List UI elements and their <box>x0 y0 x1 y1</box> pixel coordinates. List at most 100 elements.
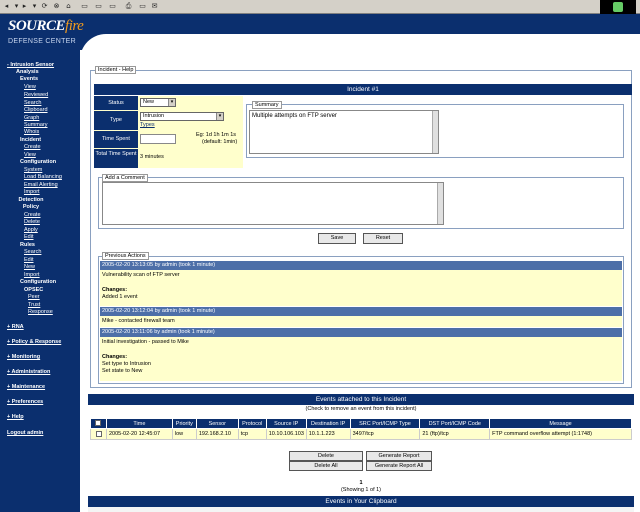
nav-policy-edit[interactable]: Edit <box>24 234 33 240</box>
nav-whois[interactable]: Whois <box>24 129 39 135</box>
cell-message[interactable]: FTP command overflow attempt (1:1748) <box>489 428 632 440</box>
action-header: 2005-02-20 13:13:05 by admin (took 1 min… <box>100 261 622 270</box>
previous-actions-legend: Previous Actions <box>102 252 149 260</box>
nav-view[interactable]: View <box>24 84 36 90</box>
stop-icon[interactable]: ⊗ <box>52 2 61 11</box>
nav-reviewed[interactable]: Reviewed <box>24 92 48 98</box>
checkbox[interactable] <box>96 430 103 437</box>
column-header[interactable]: Protocol <box>237 418 267 429</box>
generate-report-all-button[interactable]: Generate Report All <box>366 461 432 471</box>
column-header[interactable]: Source IP <box>265 418 307 429</box>
nav-summary[interactable]: Summary <box>24 122 48 128</box>
select-all-header[interactable] <box>90 418 107 429</box>
nav-import[interactable]: Import <box>24 189 40 195</box>
cell-source-ip[interactable]: 10.10.106.103 <box>265 428 307 440</box>
nav-policy-delete[interactable]: Delete <box>24 219 40 225</box>
mail-icon[interactable]: ✉ <box>150 2 159 11</box>
nav-policy-create[interactable]: Create <box>24 212 41 218</box>
page-icon[interactable]: ▭ <box>108 2 117 11</box>
nav-logout[interactable]: Logout admin <box>7 430 43 436</box>
reload-icon[interactable]: ⟳ <box>40 2 49 11</box>
print-icon[interactable]: ⎙ <box>124 2 133 11</box>
nav-graph[interactable]: Graph <box>24 115 39 121</box>
cell-src-port[interactable]: 3497/tcp <box>349 428 421 440</box>
cell-protocol[interactable]: tcp <box>237 428 267 440</box>
nav-monitoring[interactable]: + Monitoring <box>7 354 40 360</box>
time-spent-input[interactable] <box>140 134 176 144</box>
column-header[interactable]: Sensor <box>195 418 239 429</box>
action-body: Initial investigation - passed to Mike C… <box>100 337 622 381</box>
nav-rules-new[interactable]: New <box>24 264 35 270</box>
column-header[interactable]: SRC Port/ICMP Type <box>349 418 421 429</box>
cell-priority[interactable]: low <box>171 428 197 440</box>
home-icon[interactable]: ⌂ <box>64 2 73 11</box>
page-number[interactable]: 1 <box>88 480 634 486</box>
row-checkbox-cell[interactable] <box>90 428 107 440</box>
cell-destination-ip[interactable]: 10.1.1.223 <box>305 428 351 440</box>
generate-report-button[interactable]: Generate Report <box>366 451 432 461</box>
chevron-down-icon: ▾ <box>216 113 223 120</box>
showing-count: (Showing 1 of 1) <box>340 487 382 493</box>
nav-rules-import[interactable]: Import <box>24 272 40 278</box>
column-header[interactable]: Destination IP <box>305 418 351 429</box>
nav-administration[interactable]: + Administration <box>7 369 50 375</box>
cell-sensor[interactable]: 192.168.2.10 <box>195 428 239 440</box>
bookmark-icon[interactable]: ▭ <box>94 2 103 11</box>
incident-legend[interactable]: Incident - Help <box>95 66 137 74</box>
content-corner <box>80 34 640 74</box>
column-header[interactable]: Time <box>105 418 173 429</box>
nav-rules-edit[interactable]: Edit <box>24 257 33 263</box>
table-row[interactable]: 2005-02-20 12:45:07 low 192.168.2.10 tcp… <box>90 428 632 440</box>
summary-textarea[interactable]: Multiple attempts on FTP server <box>249 110 439 154</box>
action-changes-label: Changes: <box>102 354 128 360</box>
comment-textarea[interactable] <box>102 182 444 225</box>
nav-policy-apply[interactable]: Apply <box>24 227 38 233</box>
forward-icon[interactable]: ▸ <box>20 2 29 11</box>
nav-intrusion-sensor[interactable]: - Intrusion Sensor <box>7 62 54 68</box>
save-button[interactable]: Save <box>318 233 356 244</box>
nav-email-alerting[interactable]: Email Alerting <box>24 182 58 188</box>
column-header[interactable]: Message <box>489 418 632 429</box>
browser-toolbar: ◂ ▾ ▸ ▾ ⟳ ⊗ ⌂ ▭ ▭ ▭ ⎙ ▭ ✉ <box>0 0 640 14</box>
nav-policy-response[interactable]: + Policy & Response <box>7 339 61 345</box>
nav-rna[interactable]: + RNA <box>7 324 24 330</box>
nav-configuration-2: Configuration <box>20 279 57 285</box>
nav-load-balancing[interactable]: Load Balancing <box>24 174 62 180</box>
scrollbar[interactable] <box>437 183 443 224</box>
nav-trust[interactable]: Trust <box>28 302 40 308</box>
nav-search[interactable]: Search <box>24 100 41 106</box>
reset-button[interactable]: Reset <box>363 233 403 244</box>
checkbox[interactable] <box>95 420 102 427</box>
window-icon[interactable]: ▭ <box>138 2 147 11</box>
total-time-value: 3 minutes <box>140 154 164 160</box>
nav-incident-create[interactable]: Create <box>24 144 41 150</box>
cell-time[interactable]: 2005-02-20 12:45:07 <box>105 428 173 440</box>
status-select[interactable]: New ▾ <box>140 98 176 107</box>
nav-response[interactable]: Response <box>28 309 53 315</box>
comment-legend: Add a Comment <box>102 174 148 182</box>
back-icon[interactable]: ◂ <box>2 2 11 11</box>
forward-dropdown-icon[interactable]: ▾ <box>30 2 39 11</box>
nav-incident-view[interactable]: View <box>24 152 36 158</box>
total-time-label: Total Time Spent <box>94 149 138 168</box>
nav-peer[interactable]: Peer <box>28 294 40 300</box>
types-link[interactable]: Types <box>140 122 155 128</box>
action-change: Added 1 event <box>102 294 138 300</box>
nav-rules-search[interactable]: Search <box>24 249 41 255</box>
column-header[interactable]: Priority <box>171 418 197 429</box>
summary-legend: Summary <box>252 101 282 109</box>
action-text: Vulnerability scan of FTP server <box>102 272 180 278</box>
column-header[interactable]: DST Port/ICMP Code <box>419 418 491 429</box>
nav-help[interactable]: + Help <box>7 414 24 420</box>
delete-all-button[interactable]: Delete All <box>289 461 363 471</box>
address-icon[interactable]: ▭ <box>80 2 89 11</box>
delete-button[interactable]: Delete <box>289 451 363 461</box>
time-spent-hint: Eg: 1d 1h 1m 1s <box>196 132 237 138</box>
nav-maintenance[interactable]: + Maintenance <box>7 384 45 390</box>
nav-preferences[interactable]: + Preferences <box>7 399 43 405</box>
scrollbar[interactable] <box>432 111 438 153</box>
cell-dst-port[interactable]: 21 (ftp)/tcp <box>419 428 491 440</box>
type-select[interactable]: Intrusion ▾ <box>140 112 224 121</box>
nav-clipboard[interactable]: Clipboard <box>24 107 48 113</box>
nav-system[interactable]: System <box>24 167 42 173</box>
